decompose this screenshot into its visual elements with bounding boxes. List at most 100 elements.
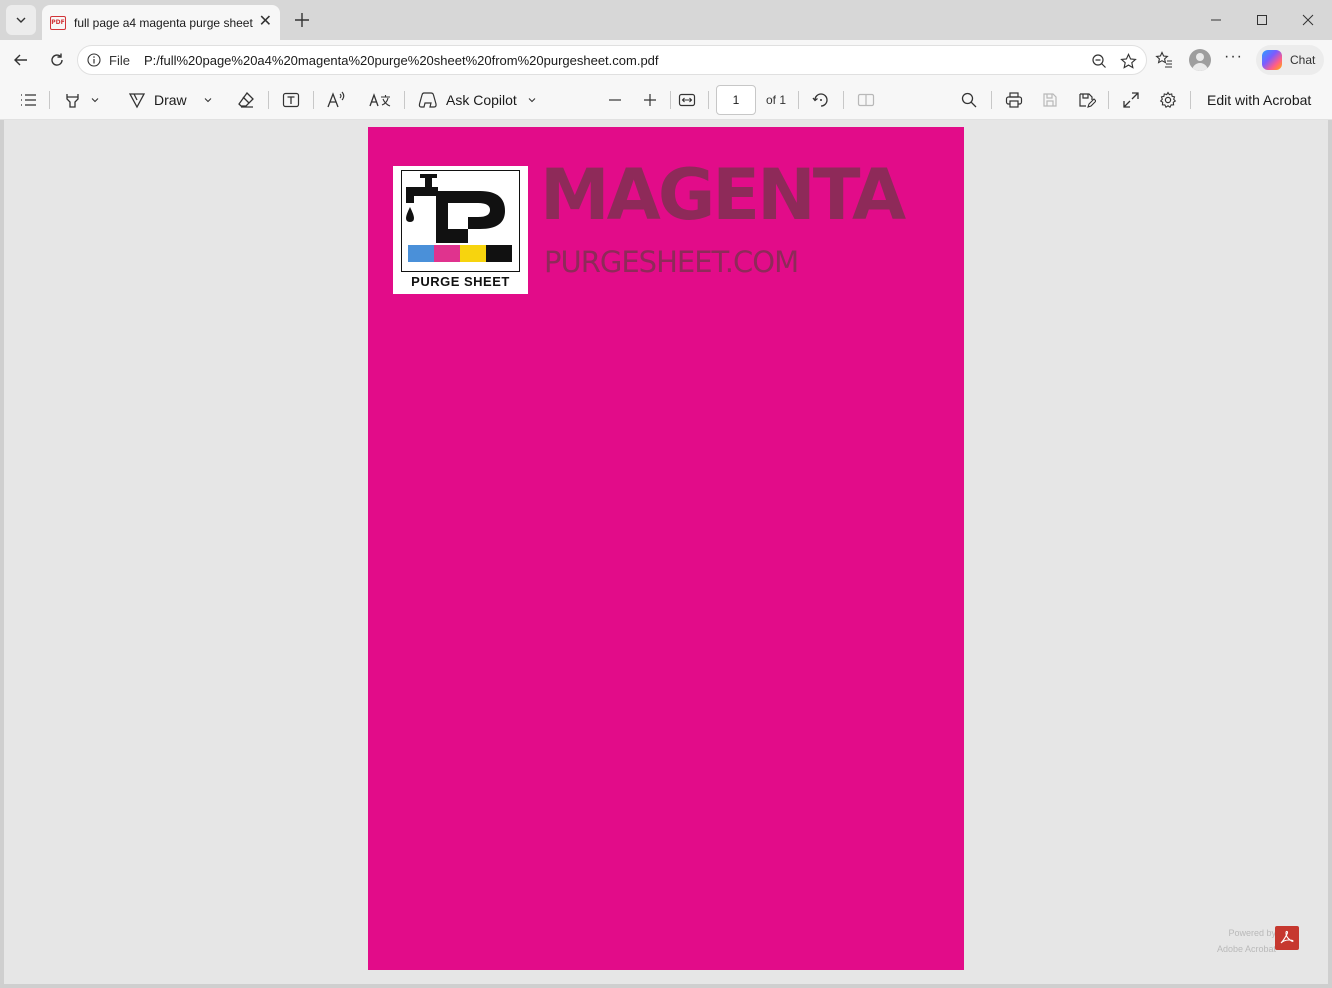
- url-text[interactable]: P:/full%20page%20a4%20magenta%20purge%20…: [144, 53, 659, 68]
- favorites-list-icon: [1155, 51, 1172, 68]
- address-bar[interactable]: File P:/full%20page%20a4%20magenta%20pur…: [77, 45, 1147, 75]
- add-text-button[interactable]: [280, 88, 302, 112]
- toolbar-separator: [708, 91, 709, 109]
- zoom-out-icon[interactable]: [1090, 52, 1108, 70]
- powered-by-line2: Adobe Acrobat: [1216, 944, 1276, 954]
- chevron-down-icon: [91, 98, 99, 103]
- print-button[interactable]: [1003, 88, 1025, 112]
- text-box-icon: [282, 92, 300, 108]
- fit-to-width-button[interactable]: [676, 88, 698, 112]
- translate-button[interactable]: [369, 88, 391, 112]
- logo-swatch-black: [486, 245, 512, 262]
- favorites-button[interactable]: [1150, 46, 1178, 74]
- info-icon[interactable]: [87, 53, 101, 67]
- toolbar-separator: [670, 91, 671, 109]
- close-window-button[interactable]: [1285, 6, 1331, 34]
- back-button[interactable]: [7, 46, 35, 74]
- copilot-chat-button[interactable]: Chat: [1256, 45, 1324, 75]
- toolbar-separator: [798, 91, 799, 109]
- pdf-toolbar: Draw Ask Copilot 1 of 1 Edit with Acroba…: [0, 80, 1332, 120]
- toolbar-separator: [404, 91, 405, 109]
- plus-icon: [295, 13, 309, 27]
- fullscreen-button[interactable]: [1120, 88, 1142, 112]
- settings-button[interactable]: [1157, 88, 1179, 112]
- page-view-button[interactable]: [855, 88, 877, 112]
- draw-label: Draw: [154, 92, 187, 108]
- contents-button[interactable]: [17, 88, 39, 112]
- chat-label: Chat: [1290, 53, 1316, 67]
- table-of-contents-icon: [21, 94, 36, 106]
- pdf-page: PURGE SHEET MAGENTA PURGESHEET.COM: [368, 127, 964, 970]
- toolbar-separator: [1108, 91, 1109, 109]
- save-as-icon: [1079, 93, 1096, 108]
- pdf-viewer[interactable]: PURGE SHEET MAGENTA PURGESHEET.COM Power…: [4, 120, 1328, 984]
- logo-swatch-cyan: [408, 245, 434, 262]
- toolbar-separator: [991, 91, 992, 109]
- read-aloud-button[interactable]: [325, 88, 347, 112]
- copilot-outline-icon: [418, 92, 437, 108]
- highlight-button[interactable]: [60, 88, 104, 112]
- read-aloud-icon: [327, 91, 345, 108]
- ask-copilot-label: Ask Copilot: [446, 92, 517, 108]
- adobe-acrobat-icon: [1275, 926, 1299, 950]
- pen-icon: [128, 93, 146, 109]
- save-as-button[interactable]: [1076, 88, 1098, 112]
- gear-icon: [1159, 91, 1177, 109]
- tab-active[interactable]: PDF full page a4 magenta purge sheet ✕: [42, 5, 280, 40]
- navigation-bar: File P:/full%20page%20a4%20magenta%20pur…: [0, 40, 1332, 80]
- powered-by-label: Powered by Adobe Acrobat: [1204, 925, 1276, 957]
- chevron-down-icon: [528, 98, 536, 103]
- chevron-down-icon: [204, 98, 212, 103]
- search-icon: [961, 92, 977, 108]
- page-count-label: of 1: [766, 93, 787, 107]
- logo-swatch-yellow: [460, 245, 486, 262]
- document-subtitle: PURGESHEET.COM: [544, 245, 799, 279]
- document-title: MAGENTA: [540, 154, 906, 236]
- more-options-icon[interactable]: ···: [1224, 48, 1243, 66]
- zoom-in-button[interactable]: [639, 88, 661, 112]
- fit-width-icon: [678, 93, 696, 107]
- highlighter-icon: [66, 94, 79, 108]
- minimize-button[interactable]: [1193, 6, 1239, 34]
- powered-by-line1: Powered by: [1228, 928, 1276, 938]
- rotate-icon: [812, 93, 828, 107]
- toolbar-separator: [843, 91, 844, 109]
- logo-wordmark: PURGE SHEET: [411, 274, 510, 289]
- zoom-out-button[interactable]: [604, 88, 626, 112]
- edit-with-acrobat-button[interactable]: Edit with Acrobat: [1207, 92, 1311, 108]
- arrow-left-icon: [14, 54, 27, 66]
- tab-actions-menu-button[interactable]: [6, 5, 36, 35]
- page-number-input[interactable]: 1: [716, 85, 756, 115]
- url-scheme-label: File: [109, 52, 130, 68]
- tab-title: full page a4 magenta purge sheet: [74, 15, 253, 30]
- refresh-icon: [51, 53, 63, 66]
- erase-button[interactable]: [235, 88, 257, 112]
- ask-copilot-button[interactable]: Ask Copilot: [418, 88, 542, 112]
- new-tab-button[interactable]: [290, 8, 314, 32]
- close-icon: [1302, 14, 1314, 26]
- toolbar-separator: [49, 91, 50, 109]
- plus-icon: [644, 94, 656, 106]
- printer-icon: [1005, 92, 1023, 108]
- toolbar-separator: [268, 91, 269, 109]
- toolbar-separator: [313, 91, 314, 109]
- logo-frame: [401, 170, 520, 272]
- minimize-icon: [1211, 19, 1221, 21]
- refresh-button[interactable]: [43, 46, 71, 74]
- eraser-icon: [238, 92, 254, 108]
- maximize-button[interactable]: [1239, 6, 1285, 34]
- purge-sheet-logo: PURGE SHEET: [393, 166, 528, 294]
- profile-avatar[interactable]: [1189, 49, 1211, 71]
- tab-close-icon[interactable]: ✕: [259, 13, 272, 31]
- copilot-icon: [1262, 50, 1282, 70]
- translate-icon: [369, 93, 391, 107]
- logo-swatch-magenta: [434, 245, 460, 262]
- toolbar-separator: [1190, 91, 1191, 109]
- expand-icon: [1123, 92, 1139, 108]
- favorite-star-icon[interactable]: [1119, 52, 1137, 70]
- save-button[interactable]: [1039, 88, 1061, 112]
- rotate-button[interactable]: [810, 88, 832, 112]
- draw-button[interactable]: Draw: [128, 88, 218, 112]
- find-button[interactable]: [958, 88, 980, 112]
- chevron-down-icon: [16, 17, 26, 23]
